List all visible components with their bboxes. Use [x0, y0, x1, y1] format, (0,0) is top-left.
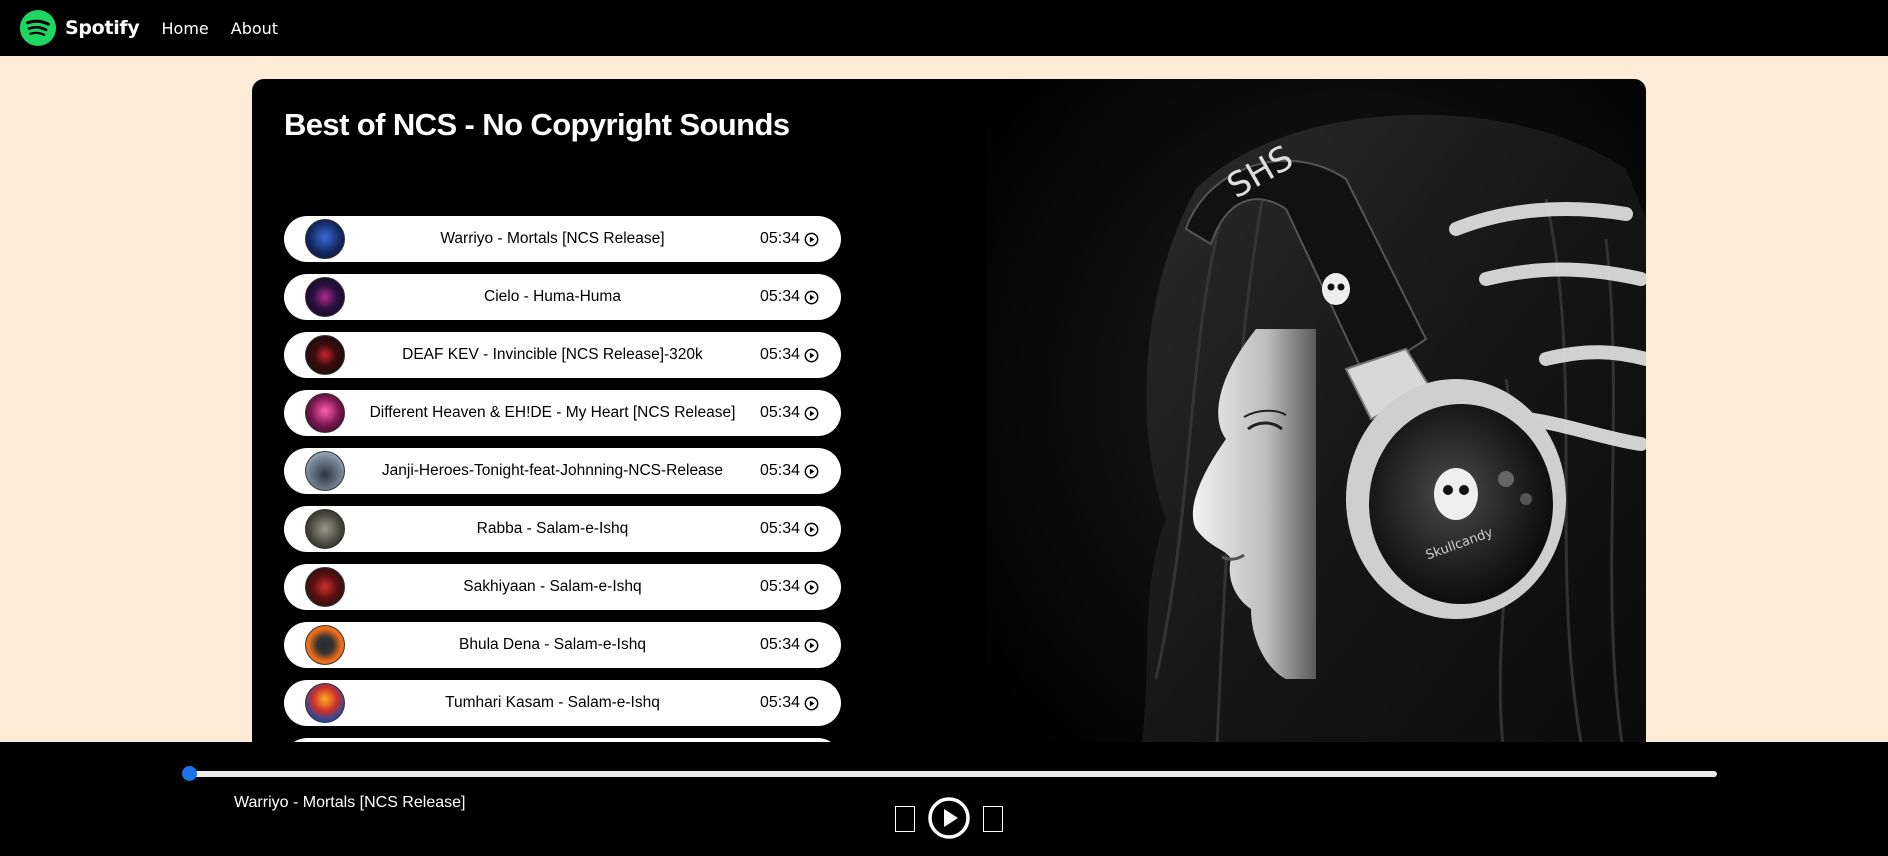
song-duration: 05:34	[759, 578, 800, 595]
song-time: 05:34	[760, 462, 819, 480]
song-item[interactable]: Sakhiyaan - Salam-e-Ishq 05:34	[284, 564, 841, 610]
play-circle-icon[interactable]	[804, 580, 819, 595]
song-item[interactable]: Warriyo - Mortals [NCS Release] 05:34	[284, 216, 841, 262]
song-time: 05:34	[760, 636, 819, 654]
song-cover	[305, 277, 345, 317]
nav-link-home[interactable]: Home	[162, 19, 209, 38]
song-time: 05:34	[760, 404, 819, 422]
song-name: Sakhiyaan - Salam-e-Ishq	[463, 578, 642, 595]
top-nav: Spotify Home About	[0, 0, 1888, 56]
song-name: Warriyo - Mortals [NCS Release]	[440, 230, 665, 247]
song-item[interactable]: Bhula Dena - Salam-e-Ishq 05:34	[284, 622, 841, 668]
song-duration: 05:34	[759, 520, 800, 537]
song-item[interactable]: Tumhari Kasam - Salam-e-Ishq 05:34	[284, 680, 841, 726]
song-name: Rabba - Salam-e-Ishq	[476, 520, 629, 537]
headphones-photo: SHS Skullcandy	[986, 79, 1646, 779]
song-cover	[305, 219, 345, 259]
spotify-logo-icon	[19, 9, 57, 47]
song-duration: 05:34	[759, 694, 800, 711]
play-circle-icon[interactable]	[804, 638, 819, 653]
song-item[interactable]: Janji-Heroes-Tonight-feat-Johnning-NCS-R…	[284, 448, 841, 494]
song-item[interactable]: Rabba - Salam-e-Ishq 05:34	[284, 506, 841, 552]
song-name: Janji-Heroes-Tonight-feat-Johnning-NCS-R…	[381, 462, 724, 479]
song-item[interactable]: Cielo - Huma-Huma 05:34	[284, 274, 841, 320]
song-duration: 05:34	[759, 404, 800, 421]
song-time: 05:34	[760, 288, 819, 306]
song-duration: 05:34	[759, 462, 800, 479]
play-circle-icon[interactable]	[804, 696, 819, 711]
song-name: Cielo - Huma-Huma	[484, 288, 621, 305]
song-duration: 05:34	[759, 288, 800, 305]
song-time: 05:34	[760, 520, 819, 538]
nav-link-about[interactable]: About	[231, 19, 278, 38]
song-time: 05:34	[760, 230, 819, 248]
play-circle-icon[interactable]	[804, 464, 819, 479]
brand-name: Spotify	[65, 17, 140, 39]
song-name: Different Heaven & EH!DE - My Heart [NCS…	[369, 404, 736, 421]
song-cover	[305, 625, 345, 665]
song-cover	[305, 393, 345, 433]
play-circle-icon[interactable]	[927, 796, 971, 840]
play-circle-icon[interactable]	[804, 348, 819, 363]
song-cover	[305, 509, 345, 549]
song-duration: 05:34	[759, 346, 800, 363]
now-playing-title: Warriyo - Mortals [NCS Release]	[234, 794, 466, 811]
song-cover	[305, 567, 345, 607]
song-name: Bhula Dena - Salam-e-Ishq	[458, 636, 646, 653]
play-circle-icon[interactable]	[804, 232, 819, 247]
playback-controls	[893, 796, 1008, 840]
progress-thumb[interactable]	[182, 766, 197, 781]
song-list: Warriyo - Mortals [NCS Release] 05:34 Ci…	[284, 216, 841, 779]
backward-step-icon[interactable]	[895, 806, 915, 832]
main-container: Best of NCS - No Copyright Sounds Warriy…	[252, 79, 1646, 779]
song-time: 05:34	[760, 578, 819, 596]
song-item[interactable]: DEAF KEV - Invincible [NCS Release]-320k…	[284, 332, 841, 378]
song-time: 05:34	[760, 694, 819, 712]
play-circle-icon[interactable]	[804, 522, 819, 537]
forward-step-icon[interactable]	[983, 806, 1003, 832]
page-title: Best of NCS - No Copyright Sounds	[284, 107, 790, 142]
song-time: 05:34	[760, 346, 819, 364]
player-bar: Warriyo - Mortals [NCS Release]	[0, 742, 1888, 856]
song-name: DEAF KEV - Invincible [NCS Release]-320k	[402, 346, 703, 363]
play-circle-icon[interactable]	[804, 290, 819, 305]
play-circle-icon[interactable]	[804, 406, 819, 421]
progress-bar[interactable]	[189, 771, 1717, 777]
brand[interactable]: Spotify	[19, 9, 140, 47]
song-cover	[305, 683, 345, 723]
song-item[interactable]: Different Heaven & EH!DE - My Heart [NCS…	[284, 390, 841, 436]
song-duration: 05:34	[759, 636, 800, 653]
song-cover	[305, 335, 345, 375]
song-cover	[305, 451, 345, 491]
song-duration: 05:34	[759, 230, 800, 247]
song-name: Tumhari Kasam - Salam-e-Ishq	[445, 694, 660, 711]
